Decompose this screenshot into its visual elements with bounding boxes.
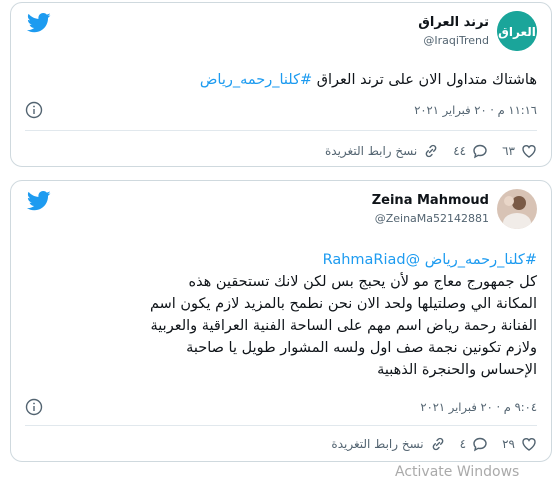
twitter-bird-icon[interactable] xyxy=(27,191,51,211)
like-count: ٦٣ xyxy=(502,144,515,158)
heart-icon xyxy=(522,145,536,158)
activate-windows-watermark: Activate Windows xyxy=(395,464,520,480)
reply-icon xyxy=(473,437,487,452)
heart-icon xyxy=(522,438,536,451)
like-count: ٢٩ xyxy=(502,437,515,451)
tweet-body: هاشتاك متداول الان على ترند العراق xyxy=(312,72,537,88)
tweet-body-line: الإحساس والحنجرة الذهبية xyxy=(377,362,537,378)
reply-count: ٤ xyxy=(459,437,467,451)
iraq-logo-icon: العراق xyxy=(497,11,537,51)
info-icon[interactable] xyxy=(25,101,43,119)
hashtag-link[interactable]: #كلنا_رحمه_رياض xyxy=(200,72,312,88)
reply-count: ٤٤ xyxy=(453,144,467,158)
timestamp[interactable]: ١١:١٦ م · ٢٠ فبراير ٢٠٢١ xyxy=(414,103,537,117)
twitter-bird-icon[interactable] xyxy=(27,13,51,33)
tweet-text: هاشتاك متداول الان على ترند العراق #كلنا… xyxy=(25,69,537,91)
tweet-body-line: المكانة الي وصلتيلها ولحد الان نحن نطمح … xyxy=(149,296,537,312)
author-handle[interactable]: @ZeinaMa52142881 xyxy=(375,212,489,225)
avatar-label: العراق xyxy=(498,25,536,39)
mention-link[interactable]: @RahmaRiad xyxy=(323,252,421,268)
reply-button[interactable]: ٤٤ xyxy=(453,143,488,159)
author-name[interactable]: ترند العراق xyxy=(418,15,489,30)
like-button[interactable]: ٢٩ xyxy=(502,436,537,452)
author-name[interactable]: Zeina Mahmoud xyxy=(372,193,489,208)
copy-link-button[interactable]: نسخ رابط التغريدة xyxy=(325,143,439,159)
avatar[interactable]: العراق xyxy=(497,11,537,51)
tweet-tags-line: #كلنا_رحمه_رياض @RahmaRiad xyxy=(25,249,537,271)
tweet-body-line: الفنانة رحمة رياض اسم مهم على الساحة الف… xyxy=(150,318,537,334)
tweet-body-line: كل جمهورج معاج مو لأن يحبج بس لكن لانك ت… xyxy=(188,274,537,290)
tweet-card[interactable]: العراق ترند العراق @IraqiTrend هاشتاك مت… xyxy=(10,2,552,167)
copy-link-label: نسخ رابط التغريدة xyxy=(331,437,424,451)
tweet-actions: ٦٣ ٤٤ نسخ رابط التغريدة xyxy=(25,140,537,162)
tweet-card[interactable]: Zeina Mahmoud @ZeinaMa52142881 #كلنا_رحم… xyxy=(10,180,552,462)
like-button[interactable]: ٦٣ xyxy=(502,143,537,159)
divider xyxy=(25,130,537,131)
profile-photo-icon xyxy=(497,189,537,229)
tweet-text: #كلنا_رحمه_رياض @RahmaRiad كل جمهورج معا… xyxy=(25,249,537,381)
info-icon[interactable] xyxy=(25,398,43,416)
avatar[interactable] xyxy=(497,189,537,229)
hashtag-link[interactable]: #كلنا_رحمه_رياض xyxy=(425,252,537,268)
timestamp[interactable]: ٩:٠٤ م · ٢٠ فبراير ٢٠٢١ xyxy=(420,400,537,414)
tweet-body-line: ولازم تكونين نجمة صف اول ولسه المشوار طو… xyxy=(186,340,537,356)
link-icon xyxy=(425,144,437,158)
copy-link-label: نسخ رابط التغريدة xyxy=(324,144,418,158)
reply-icon xyxy=(473,144,487,159)
copy-link-button[interactable]: نسخ رابط التغريدة xyxy=(331,436,445,452)
reply-button[interactable]: ٤ xyxy=(460,436,488,452)
divider xyxy=(25,425,537,426)
link-icon xyxy=(432,437,444,451)
author-handle[interactable]: @IraqiTrend xyxy=(423,34,489,47)
tweet-actions: ٢٩ ٤ نسخ رابط التغريدة xyxy=(25,433,537,455)
